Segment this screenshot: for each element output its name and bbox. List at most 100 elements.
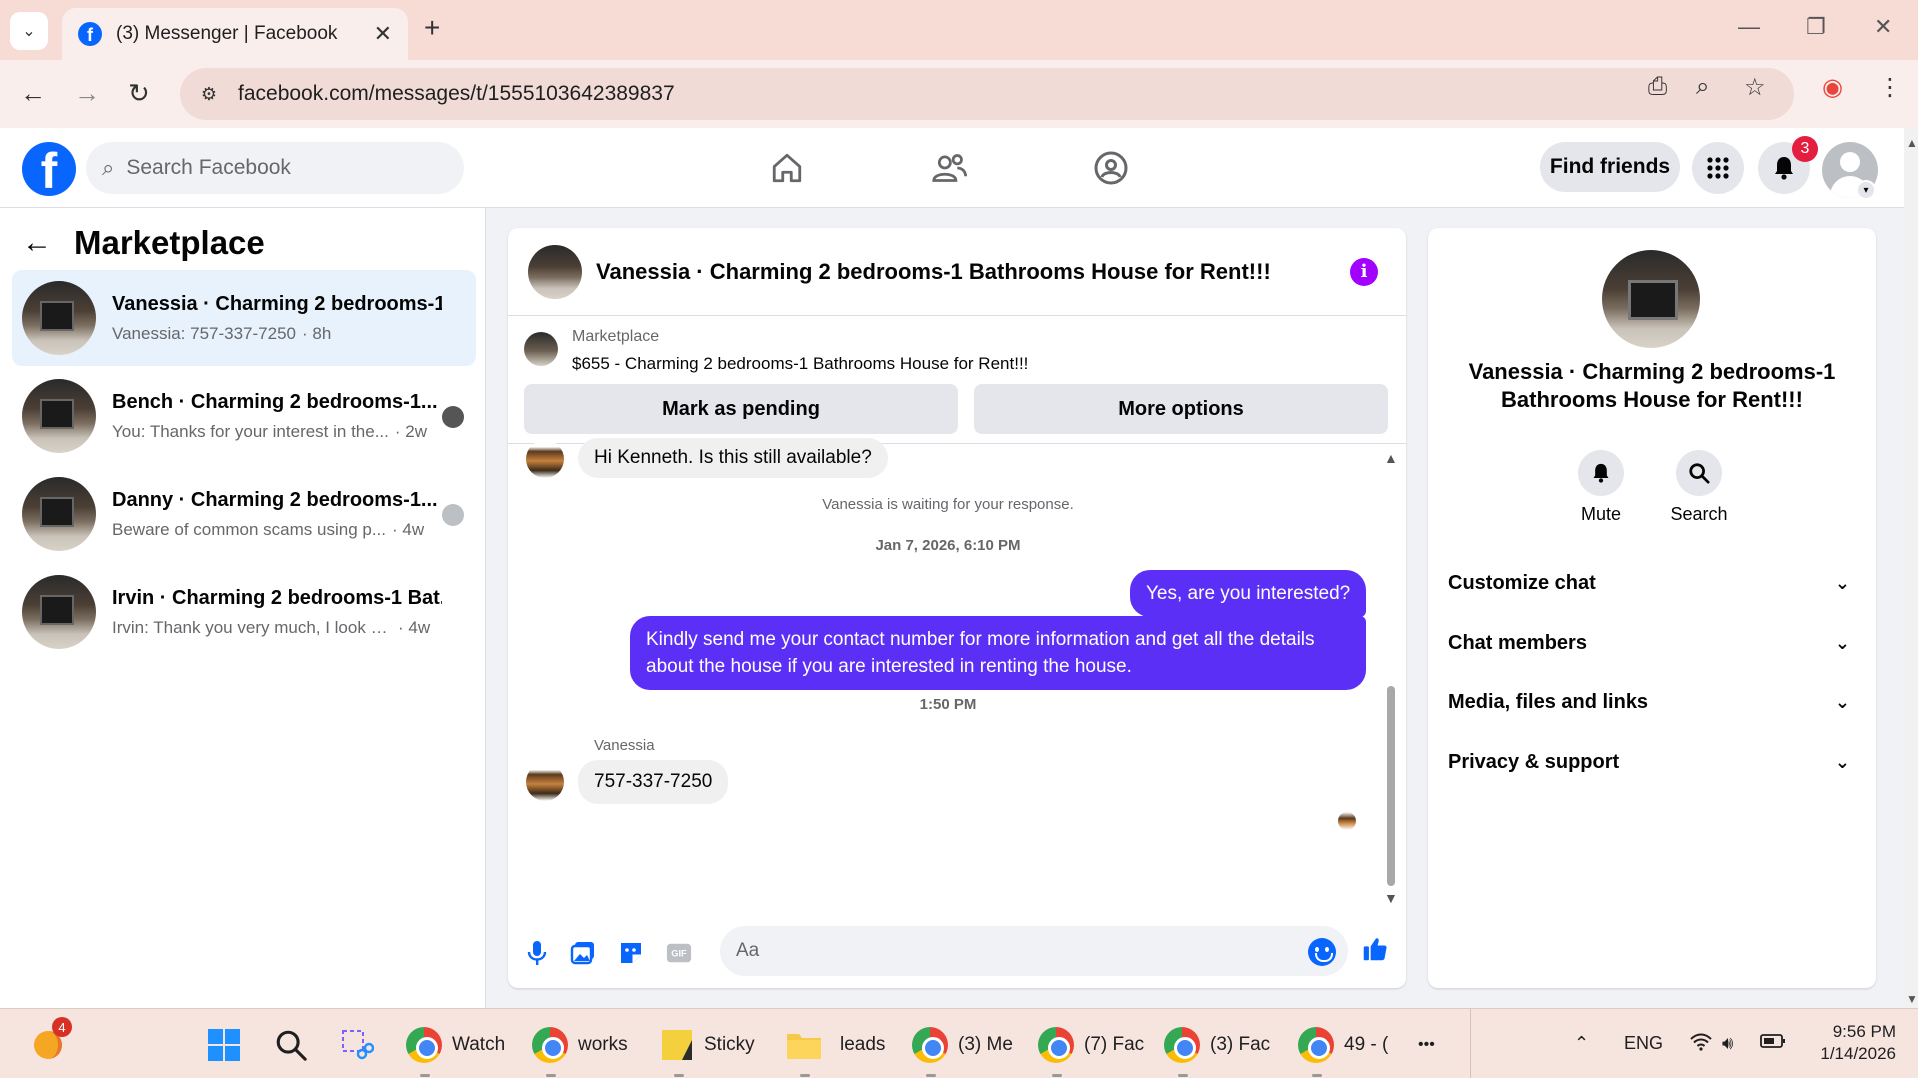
section-label: Chat members — [1448, 631, 1587, 654]
chevron-down-icon[interactable]: ▾ — [1856, 180, 1876, 200]
chat-members-section[interactable]: Chat members ⌄ — [1448, 618, 1858, 668]
scroll-down-icon[interactable]: ▼ — [1906, 992, 1918, 1006]
system-clock[interactable]: 9:56 PM 1/14/2026 — [1808, 1021, 1896, 1065]
site-info-icon[interactable]: ⚙ — [194, 79, 224, 109]
chat-profile-avatar[interactable] — [1602, 250, 1700, 348]
conversation-item[interactable]: Irvin · Charming 2 bedrooms-1 Bat... Irv… — [12, 564, 476, 660]
bell-icon[interactable] — [1578, 450, 1624, 496]
privacy-support-section[interactable]: Privacy & support ⌄ — [1448, 737, 1858, 787]
minimize-button[interactable]: — — [1738, 14, 1760, 40]
wifi-icon[interactable] — [1690, 1033, 1712, 1056]
scroll-up-icon[interactable]: ▲ — [1384, 450, 1398, 466]
info-icon[interactable]: i — [1350, 257, 1378, 286]
more-options-button[interactable]: More options — [974, 384, 1388, 434]
taskbar-chrome-facebook-3[interactable]: (3) Fac — [1164, 1023, 1270, 1077]
message-placeholder: Aa — [736, 940, 760, 961]
bookmark-star-icon[interactable]: ☆ — [1744, 73, 1766, 102]
start-button[interactable] — [206, 1023, 242, 1067]
mute-action[interactable]: Mute — [1556, 450, 1646, 525]
install-app-icon[interactable]: ⎙ — [1648, 73, 1667, 101]
find-friends-button[interactable]: Find friends — [1540, 142, 1680, 192]
conversation-item[interactable]: Vanessia · Charming 2 bedrooms-1... Vane… — [12, 270, 476, 366]
listing-thumbnail — [22, 477, 96, 551]
page-scrollbar[interactable]: ▲ ▼ — [1904, 128, 1918, 1008]
sticker-icon[interactable] — [618, 940, 644, 966]
like-thumb-icon[interactable] — [1362, 936, 1388, 962]
scroll-down-icon[interactable]: ▼ — [1384, 890, 1398, 906]
search-label: Search — [1670, 504, 1728, 524]
waiting-notice: Vanessia is waiting for your response. — [822, 496, 1074, 513]
profile-icon[interactable]: ◉ — [1822, 73, 1843, 102]
seen-avatar — [442, 504, 464, 526]
scroll-up-icon[interactable]: ▲ — [1906, 136, 1918, 150]
address-bar[interactable]: ⚙ facebook.com/messages/t/15551036423898… — [180, 68, 1794, 120]
groups-nav-icon[interactable] — [1086, 146, 1136, 190]
taskbar-chrome-works[interactable]: works — [532, 1023, 628, 1077]
taskbar-chrome-49[interactable]: 49 - ( — [1298, 1023, 1388, 1077]
back-button[interactable]: ← — [20, 78, 46, 109]
facebook-logo-icon[interactable]: f — [22, 142, 76, 196]
chat-avatar[interactable] — [528, 244, 582, 299]
taskbar-label: (3) Me — [958, 1034, 1013, 1055]
conversation-snippet: Irvin: Thank you very much, I look for..… — [112, 617, 392, 637]
mark-as-pending-button[interactable]: Mark as pending — [524, 384, 958, 434]
gif-icon[interactable]: GIF — [666, 940, 692, 966]
conversation-item[interactable]: Danny · Charming 2 bedrooms-1... Beware … — [12, 466, 476, 562]
taskbar-chrome-watch[interactable]: Watch — [406, 1023, 505, 1077]
photo-icon[interactable] — [570, 940, 596, 966]
home-nav-icon[interactable] — [762, 146, 812, 190]
search-icon[interactable] — [1676, 450, 1722, 496]
forward-button[interactable]: → — [74, 78, 100, 109]
weather-widget[interactable]: 4 — [30, 1017, 72, 1067]
language-indicator[interactable]: ENG — [1624, 1033, 1663, 1054]
back-arrow-icon[interactable]: ← — [22, 226, 52, 260]
browser-menu-icon[interactable]: ⋮ — [1878, 73, 1902, 102]
mute-label: Mute — [1580, 504, 1622, 524]
listing-title[interactable]: $655 - Charming 2 bedrooms-1 Bathrooms H… — [572, 354, 1028, 374]
reload-button[interactable]: ↻ — [128, 78, 150, 109]
section-label: Privacy & support — [1448, 750, 1620, 773]
browser-tab-bar: ⌄ f (3) Messenger | Facebook ✕ + — ❐ ✕ — [0, 0, 1918, 60]
media-files-links-section[interactable]: Media, files and links ⌄ — [1448, 677, 1858, 727]
taskbar-overflow-button[interactable]: ••• — [1418, 1023, 1435, 1067]
sender-avatar[interactable] — [526, 440, 564, 478]
taskbar-chrome-facebook-7[interactable]: (7) Fac — [1038, 1023, 1144, 1077]
taskbar-folder-leads[interactable]: leads — [786, 1023, 885, 1077]
chat-title[interactable]: Vanessia · Charming 2 bedrooms-1 Bathroo… — [596, 259, 1350, 285]
facebook-search-input[interactable]: ⌕ Search Facebook — [86, 142, 464, 194]
friends-nav-icon[interactable] — [924, 146, 974, 190]
clock-time: 9:56 PM — [1832, 1022, 1896, 1041]
conversation-name: Vanessia · Charming 2 bedrooms-1... — [112, 292, 442, 315]
chevron-up-icon[interactable]: ⌃ — [1574, 1033, 1589, 1054]
battery-icon[interactable] — [1760, 1033, 1786, 1054]
customize-chat-section[interactable]: Customize chat ⌄ — [1448, 558, 1858, 608]
taskbar-sticky-notes[interactable]: Sticky — [660, 1023, 755, 1077]
sender-avatar[interactable] — [526, 763, 564, 801]
facebook-favicon-icon: f — [78, 22, 102, 46]
volume-icon[interactable]: 🔊︎ — [1722, 1033, 1733, 1054]
chevron-down-icon: ⌄ — [1834, 572, 1850, 593]
url-text[interactable]: facebook.com/messages/t/1555103642389837 — [238, 82, 675, 106]
search-icon[interactable] — [274, 1023, 308, 1067]
snipping-tool-icon[interactable] — [340, 1023, 374, 1067]
taskbar-chrome-messenger[interactable]: (3) Me — [912, 1023, 1013, 1077]
new-tab-button[interactable]: + — [424, 12, 440, 44]
chat-scrollbar[interactable]: ▲ ▼ — [1384, 450, 1398, 906]
tab-close-icon[interactable]: ✕ — [374, 21, 392, 47]
conversation-snippet: Beware of common scams using p... — [112, 519, 387, 539]
zoom-icon[interactable]: ⌕ — [1696, 73, 1709, 101]
browser-tab-messenger[interactable]: f (3) Messenger | Facebook ✕ — [62, 8, 408, 60]
search-action[interactable]: Search — [1654, 450, 1744, 525]
chat-panel: Vanessia · Charming 2 bedrooms-1 Bathroo… — [508, 228, 1406, 988]
tab-search-dropdown[interactable]: ⌄ — [10, 12, 48, 50]
timestamp: 1:50 PM — [919, 696, 977, 713]
emoji-icon[interactable] — [1308, 938, 1336, 966]
close-window-button[interactable]: ✕ — [1874, 14, 1892, 40]
microphone-icon[interactable] — [524, 940, 550, 966]
restore-button[interactable]: ❐ — [1806, 14, 1826, 40]
conversation-item[interactable]: Bench · Charming 2 bedrooms-1... You: Th… — [12, 368, 476, 464]
scroll-thumb[interactable] — [1387, 686, 1395, 886]
search-icon: ⌕ — [102, 155, 115, 180]
message-input[interactable]: Aa — [720, 926, 1348, 976]
menu-grid-icon[interactable] — [1692, 142, 1744, 194]
